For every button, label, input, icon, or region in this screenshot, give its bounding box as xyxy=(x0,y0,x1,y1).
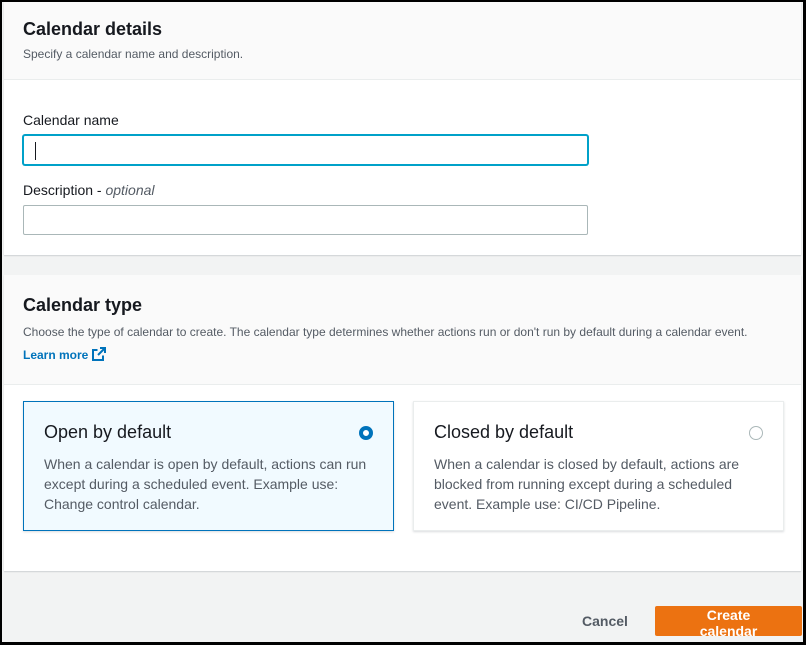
option-closed-description: When a calendar is closed by default, ac… xyxy=(434,456,740,512)
learn-more-link[interactable]: Learn more xyxy=(23,347,107,362)
description-label: Description - optional xyxy=(23,182,155,198)
calendar-name-input[interactable] xyxy=(23,135,588,165)
text-caret xyxy=(35,142,36,160)
cancel-button[interactable]: Cancel xyxy=(562,606,644,636)
learn-more-text: Learn more xyxy=(23,348,89,362)
external-link-icon xyxy=(92,347,107,361)
option-closed-by-default[interactable]: Closed by default When a calendar is clo… xyxy=(413,401,784,531)
radio-closed-unselected[interactable] xyxy=(749,426,763,440)
calendar-type-description: Choose the type of calendar to create. T… xyxy=(23,321,782,367)
optional-tag: optional xyxy=(105,182,155,198)
calendar-details-title: Calendar details xyxy=(23,19,163,39)
calendar-type-header: Calendar type Choose the type of calenda… xyxy=(4,275,801,385)
option-open-label: Open by default xyxy=(44,422,172,442)
calendar-details-header: Calendar details Specify a calendar name… xyxy=(4,2,801,80)
calendar-type-description-text: Choose the type of calendar to create. T… xyxy=(23,325,748,339)
create-calendar-form: Calendar details Specify a calendar name… xyxy=(0,0,806,645)
calendar-name-label: Calendar name xyxy=(23,112,119,128)
create-calendar-button[interactable]: Create calendar xyxy=(655,606,802,639)
radio-open-selected[interactable] xyxy=(359,426,373,440)
option-closed-label: Closed by default xyxy=(434,422,574,442)
description-input[interactable] xyxy=(23,205,588,235)
option-open-description: When a calendar is open by default, acti… xyxy=(44,456,367,512)
option-open-by-default[interactable]: Open by default When a calendar is open … xyxy=(23,401,394,531)
calendar-type-title: Calendar type xyxy=(23,295,143,315)
calendar-details-subtitle: Specify a calendar name and description. xyxy=(23,47,244,61)
description-label-text: Description - xyxy=(23,182,106,198)
